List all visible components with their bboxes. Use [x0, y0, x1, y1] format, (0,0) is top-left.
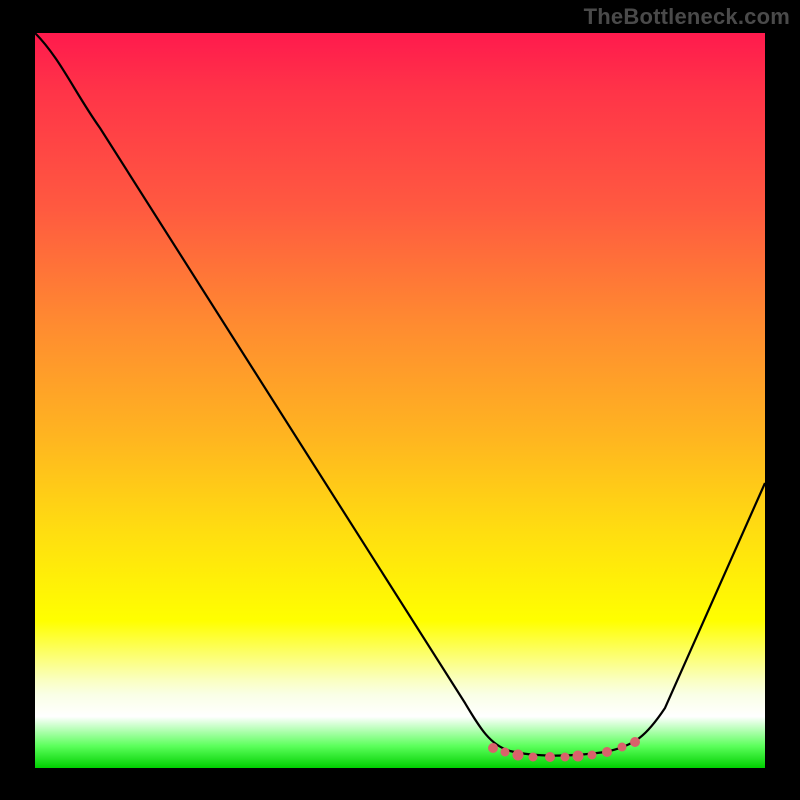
- chart-svg: [35, 33, 765, 768]
- bottleneck-curve: [35, 33, 765, 756]
- plot-area: [35, 33, 765, 768]
- chart-frame: TheBottleneck.com: [0, 0, 800, 800]
- watermark-text: TheBottleneck.com: [584, 4, 790, 30]
